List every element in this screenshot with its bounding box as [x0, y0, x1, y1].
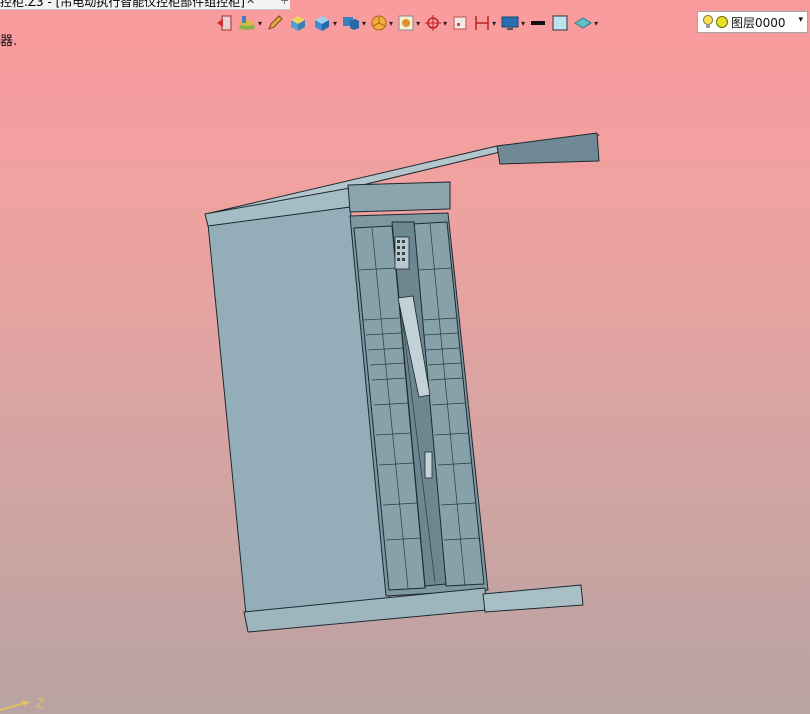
layers-icon[interactable]: ▾: [236, 11, 263, 35]
dropdown-arrow-icon: ▾: [594, 18, 599, 28]
dropdown-arrow-icon: ▾: [362, 18, 367, 28]
dimension-icon[interactable]: ▾: [472, 11, 497, 35]
layer-color-icon[interactable]: [715, 15, 729, 29]
line-style-icon[interactable]: [528, 11, 548, 35]
cabinet-model[interactable]: [0, 0, 810, 714]
bottom-door-edge: [482, 584, 584, 613]
dropdown-arrow-icon: ▾: [258, 18, 263, 28]
small-box: [424, 451, 433, 479]
pie-icon[interactable]: ▾: [369, 11, 394, 35]
layer-select[interactable]: 图层0000 ▾: [697, 11, 808, 33]
document-tab[interactable]: 控柜.Z3 - [吊电动执行智能仪控柜部件组控柜] ✕ +: [0, 0, 290, 10]
dropdown-arrow-icon: ▾: [492, 18, 497, 28]
shaded-box-icon[interactable]: [287, 11, 309, 35]
dropdown-arrow-icon: ▾: [521, 18, 526, 28]
door-edge: [496, 132, 600, 165]
dropdown-arrow-icon: ▾: [443, 18, 448, 28]
view-cube-icon[interactable]: ▾: [340, 11, 367, 35]
cube-icon[interactable]: ▾: [311, 11, 338, 35]
exit-icon[interactable]: [214, 11, 234, 35]
dropdown-arrow-icon: ▾: [389, 18, 394, 28]
cabinet-roof: [347, 181, 451, 213]
status-text: 器.: [0, 34, 18, 49]
plane-icon[interactable]: ▾: [572, 11, 599, 35]
snap-icon[interactable]: ▾: [396, 11, 421, 35]
crosshair-icon[interactable]: ▾: [423, 11, 448, 35]
lightbulb-icon[interactable]: [701, 14, 715, 30]
dropdown-arrow-icon: ▾: [416, 18, 421, 28]
dropdown-arrow-icon: ▾: [333, 18, 338, 28]
display-icon[interactable]: ▾: [499, 11, 526, 35]
z-axis-label: Z: [36, 695, 45, 711]
tab-title: 控柜.Z3 - [吊电动执行智能仪控柜部件组控柜]: [0, 0, 245, 9]
close-icon[interactable]: ✕: [246, 0, 255, 7]
axis-triad: Z: [0, 695, 45, 711]
frame-icon[interactable]: [450, 11, 470, 35]
layer-name: 图层0000: [731, 15, 786, 30]
chevron-down-icon[interactable]: ▾: [798, 15, 803, 25]
pencil-icon[interactable]: [265, 11, 285, 35]
color-swatch-icon[interactable]: [550, 11, 570, 35]
new-tab-icon[interactable]: +: [280, 0, 289, 7]
